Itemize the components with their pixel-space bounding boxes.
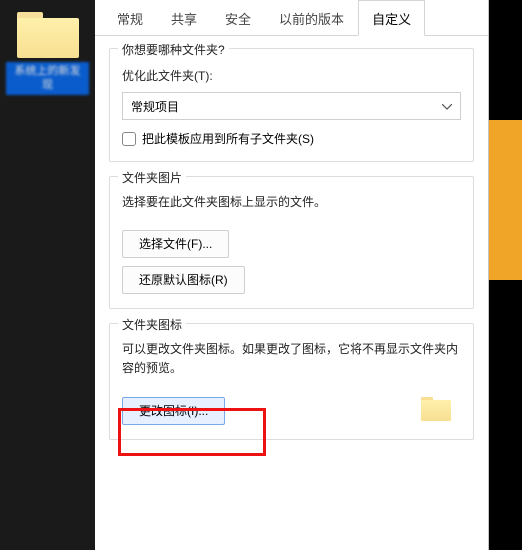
- group-folder-type: 你想要哪种文件夹? 优化此文件夹(T): 常规项目 把此模板应用到所有子文件夹(…: [109, 48, 474, 162]
- background-accent: [489, 120, 522, 280]
- optimize-select[interactable]: 常规项目: [122, 92, 461, 120]
- background-strip: [489, 0, 522, 550]
- optimize-select-value: 常规项目: [131, 98, 179, 115]
- tab-bar: 常规 共享 安全 以前的版本 自定义: [95, 0, 488, 36]
- folder-picture-desc: 选择要在此文件夹图标上显示的文件。: [122, 193, 461, 212]
- properties-window: 常规 共享 安全 以前的版本 自定义 你想要哪种文件夹? 优化此文件夹(T): …: [95, 0, 489, 550]
- group-folder-picture-title: 文件夹图片: [118, 169, 186, 186]
- change-icon-button[interactable]: 更改图标(I)...: [122, 397, 225, 425]
- apply-subfolders-row[interactable]: 把此模板应用到所有子文件夹(S): [122, 130, 461, 147]
- apply-subfolders-checkbox[interactable]: [122, 132, 136, 146]
- folder-icon-preview: [421, 397, 451, 421]
- customize-panel: 你想要哪种文件夹? 优化此文件夹(T): 常规项目 把此模板应用到所有子文件夹(…: [95, 36, 488, 466]
- group-folder-icon-title: 文件夹图标: [118, 316, 186, 333]
- choose-file-button[interactable]: 选择文件(F)...: [122, 230, 229, 258]
- chevron-down-icon: [442, 99, 452, 113]
- tab-share[interactable]: 共享: [157, 0, 211, 35]
- tab-customize[interactable]: 自定义: [358, 0, 425, 36]
- optimize-label: 优化此文件夹(T):: [122, 67, 461, 84]
- apply-subfolders-label: 把此模板应用到所有子文件夹(S): [142, 130, 314, 147]
- desktop-folder-icon[interactable]: [17, 12, 79, 58]
- group-folder-picture: 文件夹图片 选择要在此文件夹图标上显示的文件。 选择文件(F)... 还原默认图…: [109, 176, 474, 309]
- tab-general[interactable]: 常规: [103, 0, 157, 35]
- tab-security[interactable]: 安全: [211, 0, 265, 35]
- desktop-folder-label: 系统上的新发现: [6, 62, 89, 95]
- tab-previous-versions[interactable]: 以前的版本: [265, 0, 358, 35]
- desktop-area: 系统上的新发现: [0, 0, 95, 550]
- folder-icon-desc: 可以更改文件夹图标。如果更改了图标，它将不再显示文件夹内容的预览。: [122, 340, 461, 378]
- restore-default-button[interactable]: 还原默认图标(R): [122, 266, 245, 294]
- group-folder-type-title: 你想要哪种文件夹?: [118, 41, 229, 58]
- group-folder-icon: 文件夹图标 可以更改文件夹图标。如果更改了图标，它将不再显示文件夹内容的预览。 …: [109, 323, 474, 439]
